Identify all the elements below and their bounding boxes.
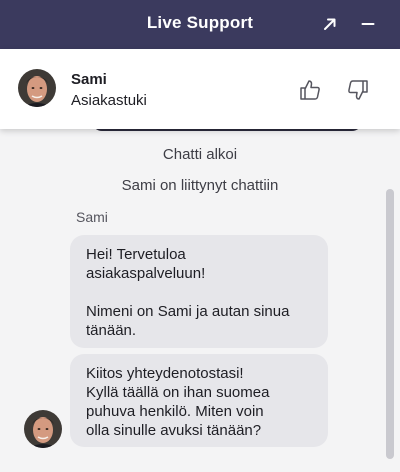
chat-widget: Live Support Sami Asiakastuki Chatti alk… — [0, 0, 400, 472]
agent-message-bubble: Kiitos yhteydenotostasi! Kyllä täällä on… — [70, 354, 328, 447]
agent-message-bubble: Hei! Tervetuloa asiakaspalveluun! Nimeni… — [70, 235, 328, 348]
system-message: Chatti alkoi — [162, 146, 238, 163]
scrollbar-thumb[interactable] — [386, 189, 394, 459]
avatar — [18, 69, 56, 107]
rate-down-button[interactable] — [345, 77, 371, 103]
thumbs-up-icon — [300, 80, 320, 100]
agent-avatar-image — [18, 69, 56, 107]
agent-card: Sami Asiakastuki — [0, 49, 400, 129]
chat-transcript: Chatti alkoi Sami on liittynyt chattiin … — [0, 119, 400, 472]
minimize-button[interactable] — [356, 12, 380, 36]
arrow-up-right-icon — [324, 18, 336, 30]
agent-name: Sami — [71, 71, 107, 88]
agent-role: Asiakastuki — [71, 92, 147, 109]
chat-header: Live Support — [0, 0, 400, 49]
avatar — [24, 410, 62, 448]
system-message: Sami on liittynyt chattiin — [121, 177, 279, 194]
scrollbar[interactable] — [386, 189, 394, 459]
minus-icon — [361, 23, 375, 25]
message-sender-name: Sami — [76, 209, 108, 225]
popout-button[interactable] — [318, 12, 342, 36]
agent-avatar-image — [24, 410, 62, 448]
thumbs-down-icon — [348, 80, 368, 100]
rate-up-button[interactable] — [297, 77, 323, 103]
